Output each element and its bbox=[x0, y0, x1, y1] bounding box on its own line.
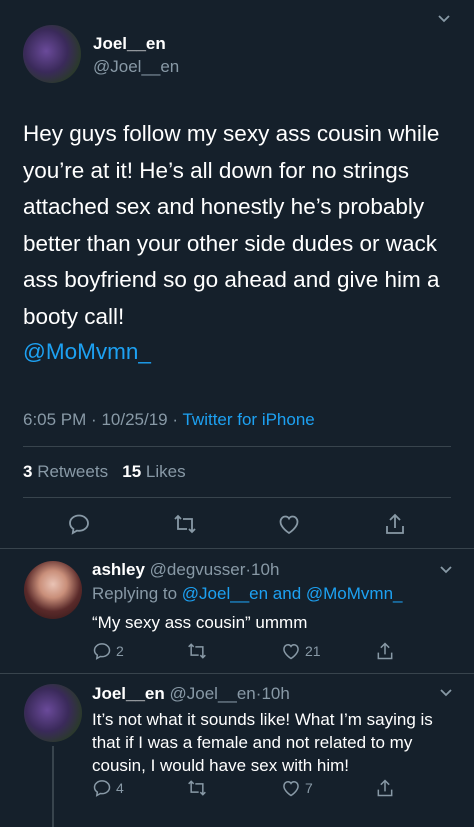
mention-link[interactable]: @MoMvmn_ bbox=[23, 339, 151, 365]
retweet-count[interactable]: 3 bbox=[23, 462, 32, 481]
like-count[interactable]: 15 bbox=[122, 462, 141, 481]
like-icon[interactable] bbox=[281, 641, 301, 661]
chevron-down-icon[interactable] bbox=[436, 12, 452, 30]
thread-line bbox=[52, 746, 54, 827]
reply-count: 2 bbox=[116, 643, 124, 659]
reply-age: 10h bbox=[261, 684, 290, 703]
divider bbox=[0, 548, 474, 549]
avatar[interactable] bbox=[24, 561, 82, 619]
reply-icon[interactable] bbox=[67, 512, 91, 541]
chevron-down-icon[interactable] bbox=[438, 563, 454, 581]
divider bbox=[0, 673, 474, 674]
author-display-name[interactable]: Joel__en bbox=[93, 34, 166, 54]
avatar[interactable] bbox=[24, 684, 82, 742]
reply-count: 4 bbox=[116, 780, 124, 796]
reply-header: ashley @degvusser·10h bbox=[92, 560, 279, 580]
reply-button[interactable]: 4 bbox=[92, 778, 124, 798]
replying-to-mentions[interactable]: @Joel__en and @MoMvmn_ bbox=[182, 584, 403, 603]
like-button[interactable]: 21 bbox=[281, 641, 321, 661]
retweets-label[interactable]: Retweets bbox=[37, 462, 108, 481]
reply-button[interactable]: 2 bbox=[92, 641, 124, 661]
reply-author-name[interactable]: Joel__en bbox=[92, 684, 165, 703]
reply-author-handle[interactable]: @degvusser bbox=[150, 560, 246, 579]
reply-age: 10h bbox=[251, 560, 280, 579]
reply-text: It’s not what it sounds like! What I’m s… bbox=[92, 710, 433, 775]
like-button[interactable]: 7 bbox=[281, 778, 313, 798]
author-handle[interactable]: @Joel__en bbox=[93, 57, 179, 77]
avatar[interactable] bbox=[23, 25, 81, 83]
like-count: 7 bbox=[305, 780, 313, 796]
reply-author-handle[interactable]: @Joel__en bbox=[170, 684, 256, 703]
divider bbox=[23, 497, 451, 498]
reply-header: Joel__en @Joel__en·10h bbox=[92, 684, 290, 704]
chevron-down-icon[interactable] bbox=[438, 686, 454, 704]
replying-to-prefix: Replying to bbox=[92, 584, 178, 603]
reply-icon[interactable] bbox=[92, 641, 112, 661]
reply-icon[interactable] bbox=[92, 778, 112, 798]
tweet-text: Hey guys follow my sexy ass cousin while… bbox=[23, 121, 440, 329]
replying-to: Replying to @Joel__en and @MoMvmn_ bbox=[92, 584, 402, 604]
tweet-source-link[interactable]: Twitter for iPhone bbox=[182, 410, 314, 429]
tweet-time: 6:05 PM bbox=[23, 410, 87, 429]
share-icon[interactable] bbox=[383, 511, 407, 542]
tweet-date: 10/25/19 bbox=[101, 410, 168, 429]
divider bbox=[23, 446, 451, 447]
retweet-icon[interactable] bbox=[186, 641, 208, 666]
separator: · bbox=[91, 410, 97, 429]
likes-label[interactable]: Likes bbox=[146, 462, 186, 481]
reply-author-name[interactable]: ashley bbox=[92, 560, 145, 579]
reply-text: “My sexy ass cousin” ummm bbox=[92, 613, 308, 632]
separator: · bbox=[172, 410, 179, 429]
like-count: 21 bbox=[305, 643, 321, 659]
tweet-meta: 6:05 PM · 10/25/19 · Twitter for iPhone bbox=[23, 410, 315, 430]
share-icon[interactable] bbox=[375, 777, 395, 804]
engagement-counts: 3 Retweets 15 Likes bbox=[23, 462, 186, 482]
retweet-icon[interactable] bbox=[172, 512, 198, 541]
retweet-icon[interactable] bbox=[186, 778, 208, 803]
like-icon[interactable] bbox=[277, 512, 301, 541]
share-icon[interactable] bbox=[375, 640, 395, 667]
like-icon[interactable] bbox=[281, 778, 301, 798]
